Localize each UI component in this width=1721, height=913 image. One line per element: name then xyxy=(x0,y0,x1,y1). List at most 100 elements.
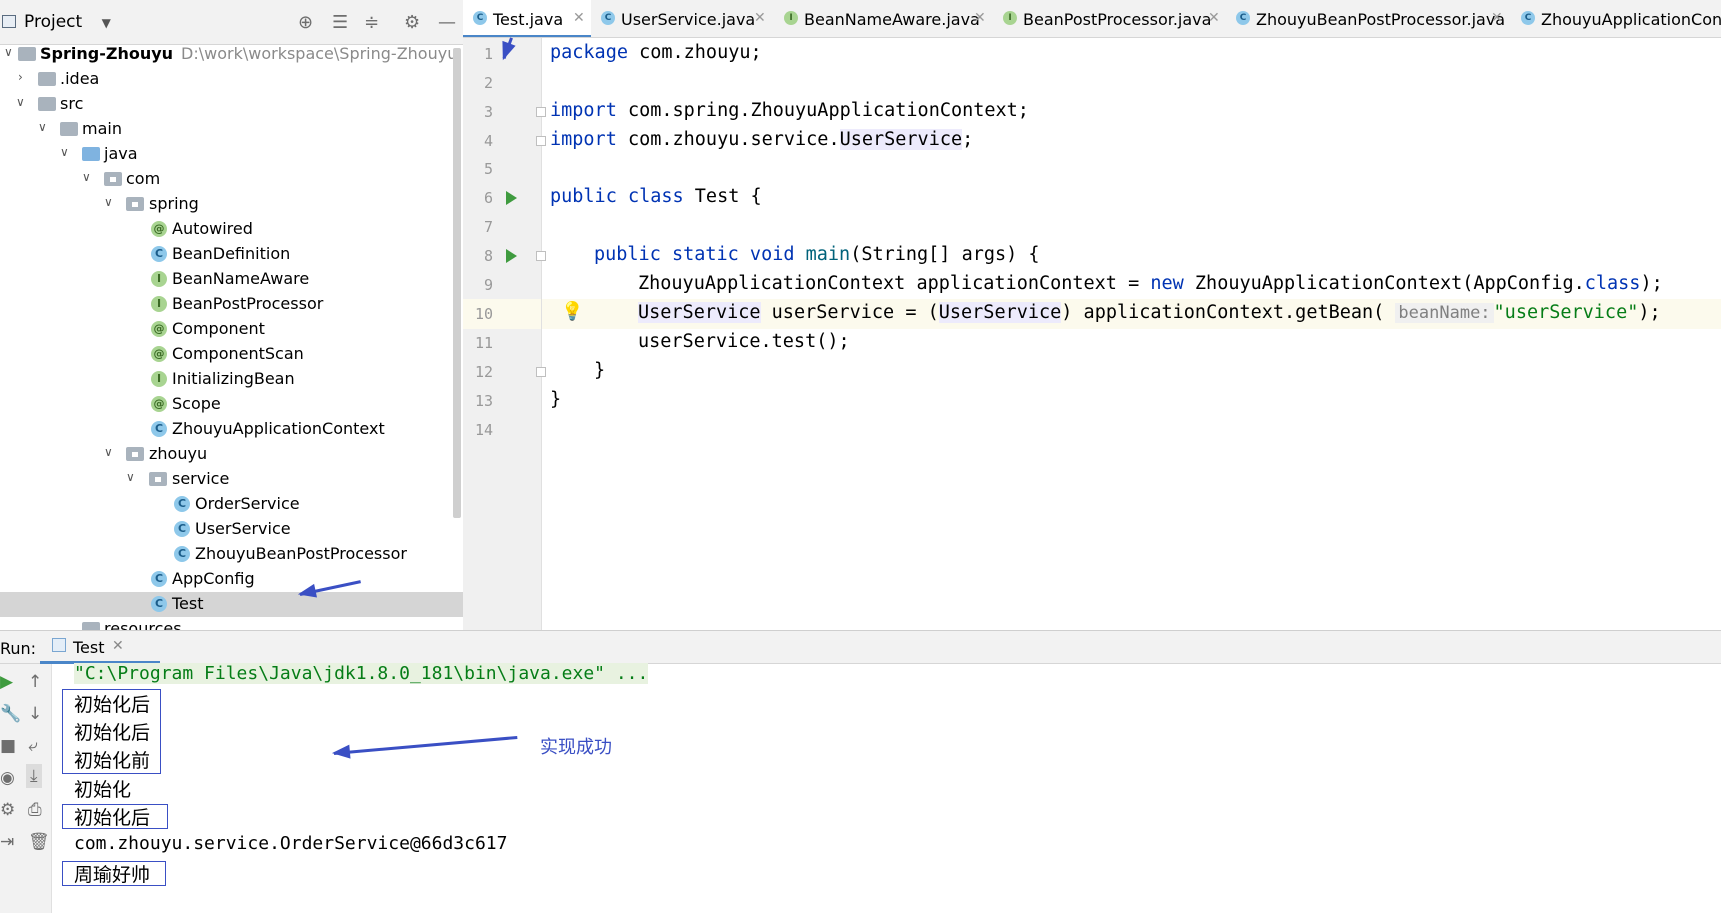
annotation-icon: @ xyxy=(151,396,167,412)
tree-label: src xyxy=(60,94,84,113)
annotation-icon: @ xyxy=(151,221,167,237)
tree-item-appconfig[interactable]: C AppConfig xyxy=(0,567,463,592)
tree-item-scope[interactable]: @ Scope xyxy=(0,392,463,417)
run-main-icon[interactable] xyxy=(506,249,517,263)
wrench-icon[interactable]: 🔧 xyxy=(0,704,21,724)
close-icon[interactable]: ✕ xyxy=(1491,10,1503,26)
tree-item-beannameaware[interactable]: I BeanNameAware xyxy=(0,267,463,292)
close-icon[interactable]: ✕ xyxy=(974,10,986,26)
tree-item-test[interactable]: C Test xyxy=(0,592,463,617)
tree-label: service xyxy=(172,469,230,488)
login-icon[interactable]: ⇥ xyxy=(0,832,14,852)
tree-item-java[interactable]: ∨ java xyxy=(0,142,463,167)
trash-icon[interactable]: 🗑 xyxy=(28,832,50,852)
expand-all-icon[interactable]: ☰ xyxy=(332,12,348,33)
tree-item-zhouyu[interactable]: ∨ zhouyu xyxy=(0,442,463,467)
line-number: 12 xyxy=(474,363,493,381)
tab-test-java[interactable]: C Test.java ✕ xyxy=(463,0,591,37)
soft-wrap-icon[interactable]: ⤶ xyxy=(28,736,38,756)
tree-label: java xyxy=(104,144,138,163)
print-icon[interactable]: ⎙ xyxy=(28,800,42,820)
tree-label: OrderService xyxy=(195,494,300,513)
line-number: 1 xyxy=(483,45,493,63)
tab-zhouyuapplicationcontext-java[interactable]: C ZhouyuApplicationCont xyxy=(1511,0,1721,37)
fold-icon[interactable] xyxy=(536,107,546,117)
close-icon[interactable]: ✕ xyxy=(1208,10,1220,26)
locate-icon[interactable]: ⊕ xyxy=(298,12,313,33)
camera-icon[interactable]: ◉ xyxy=(0,768,15,788)
close-icon[interactable]: ✕ xyxy=(573,10,585,26)
tree-item-src[interactable]: ∨ src xyxy=(0,92,463,117)
scroll-to-end-icon[interactable]: ⤓ xyxy=(26,764,42,788)
run-class-icon[interactable] xyxy=(506,191,517,205)
tab-beannameaware-java[interactable]: I BeanNameAware.java ✕ xyxy=(774,0,993,37)
gear-icon[interactable]: ⚙ xyxy=(404,12,420,33)
arrow-down-icon[interactable]: ↓ xyxy=(28,704,42,724)
console-output[interactable] xyxy=(52,664,1721,913)
tree-item-componentscan[interactable]: @ ComponentScan xyxy=(0,342,463,367)
tree-item-userservice[interactable]: C UserService xyxy=(0,517,463,542)
project-panel-title[interactable]: Project ▼ xyxy=(24,12,111,32)
tab-zhouyubeanpostprocessor-java[interactable]: C ZhouyuBeanPostProcessor.java ✕ xyxy=(1226,0,1511,37)
run-tab-label: Test xyxy=(73,638,105,657)
tree-label: BeanPostProcessor xyxy=(172,294,324,313)
code-line-13: } xyxy=(550,389,562,410)
rerun-icon[interactable]: ▶ xyxy=(0,672,13,692)
line-number: 6 xyxy=(483,189,493,207)
fold-icon[interactable] xyxy=(536,367,546,377)
close-icon[interactable]: ✕ xyxy=(754,10,766,26)
console-line: 初始化 xyxy=(74,779,132,801)
line-number: 2 xyxy=(483,74,493,92)
settings-icon[interactable]: ⚙ xyxy=(0,800,15,820)
code-line-6: public class Test { xyxy=(550,186,762,207)
tab-beanpostprocessor-java[interactable]: I BeanPostProcessor.java ✕ xyxy=(993,0,1226,37)
code-line-10: UserService userService = (UserService) … xyxy=(638,302,1661,323)
annotation-icon: @ xyxy=(151,346,167,362)
tree-label: BeanNameAware xyxy=(172,269,310,288)
annotation-arrow xyxy=(502,37,513,60)
fold-icon[interactable] xyxy=(536,136,546,146)
tab-userservice-java[interactable]: C UserService.java ✕ xyxy=(591,0,774,37)
chevron-down-icon[interactable]: ▼ xyxy=(102,16,111,30)
stop-icon[interactable]: ■ xyxy=(0,736,16,756)
fold-icon[interactable] xyxy=(536,251,546,261)
tree-item-project-root[interactable]: ∨ Spring-Zhouyu D:\work\workspace\Spring-… xyxy=(0,45,463,67)
tree-item-main[interactable]: ∨ main xyxy=(0,117,463,142)
close-icon[interactable]: ✕ xyxy=(112,638,124,654)
tree-item-beanpostprocessor[interactable]: I BeanPostProcessor xyxy=(0,292,463,317)
lightbulb-icon[interactable]: 💡 xyxy=(561,301,583,322)
tree-label: ComponentScan xyxy=(172,344,304,363)
line-number: 9 xyxy=(483,276,493,294)
tab-label: Test.java xyxy=(493,10,564,29)
tree-label: ZhouyuBeanPostProcessor xyxy=(195,544,407,563)
tree-item-service[interactable]: ∨ service xyxy=(0,467,463,492)
code-line-3: import com.spring.ZhouyuApplicationConte… xyxy=(550,100,1029,121)
code-line-8: public static void main(String[] args) { xyxy=(594,244,1040,265)
tree-item-component[interactable]: @ Component xyxy=(0,317,463,342)
tree-item-com[interactable]: ∨ com xyxy=(0,167,463,192)
arrow-up-icon[interactable]: ↑ xyxy=(28,672,42,692)
tree-item-idea[interactable]: › .idea xyxy=(0,67,463,92)
tree-item-beandefinition[interactable]: C BeanDefinition xyxy=(0,242,463,267)
minimize-icon[interactable]: — xyxy=(438,12,456,33)
tab-label: UserService.java xyxy=(621,10,756,29)
run-panel-header xyxy=(0,630,1721,664)
tree-item-zhouyuapplicationcontext[interactable]: C ZhouyuApplicationContext xyxy=(0,417,463,442)
tree-scrollbar[interactable] xyxy=(453,48,461,518)
tree-item-initializingbean[interactable]: I InitializingBean xyxy=(0,367,463,392)
tree-item-spring[interactable]: ∨ spring xyxy=(0,192,463,217)
tree-label: AppConfig xyxy=(172,569,255,588)
interface-icon: I xyxy=(784,11,798,25)
tree-label: ZhouyuApplicationContext xyxy=(172,419,385,438)
collapse-all-icon[interactable]: ≑ xyxy=(364,12,379,33)
tree-label: InitializingBean xyxy=(172,369,295,388)
line-number: 8 xyxy=(483,247,493,265)
interface-icon: I xyxy=(1003,11,1017,25)
tree-item-orderservice[interactable]: C OrderService xyxy=(0,492,463,517)
class-icon: C xyxy=(1521,11,1535,25)
tree-item-resources[interactable]: resources xyxy=(0,617,463,630)
tree-label: main xyxy=(82,119,122,138)
tree-item-zhouyubeanpostprocessor[interactable]: C ZhouyuBeanPostProcessor xyxy=(0,542,463,567)
tree-item-autowired[interactable]: @ Autowired xyxy=(0,217,463,242)
tree-label: com xyxy=(126,169,161,188)
